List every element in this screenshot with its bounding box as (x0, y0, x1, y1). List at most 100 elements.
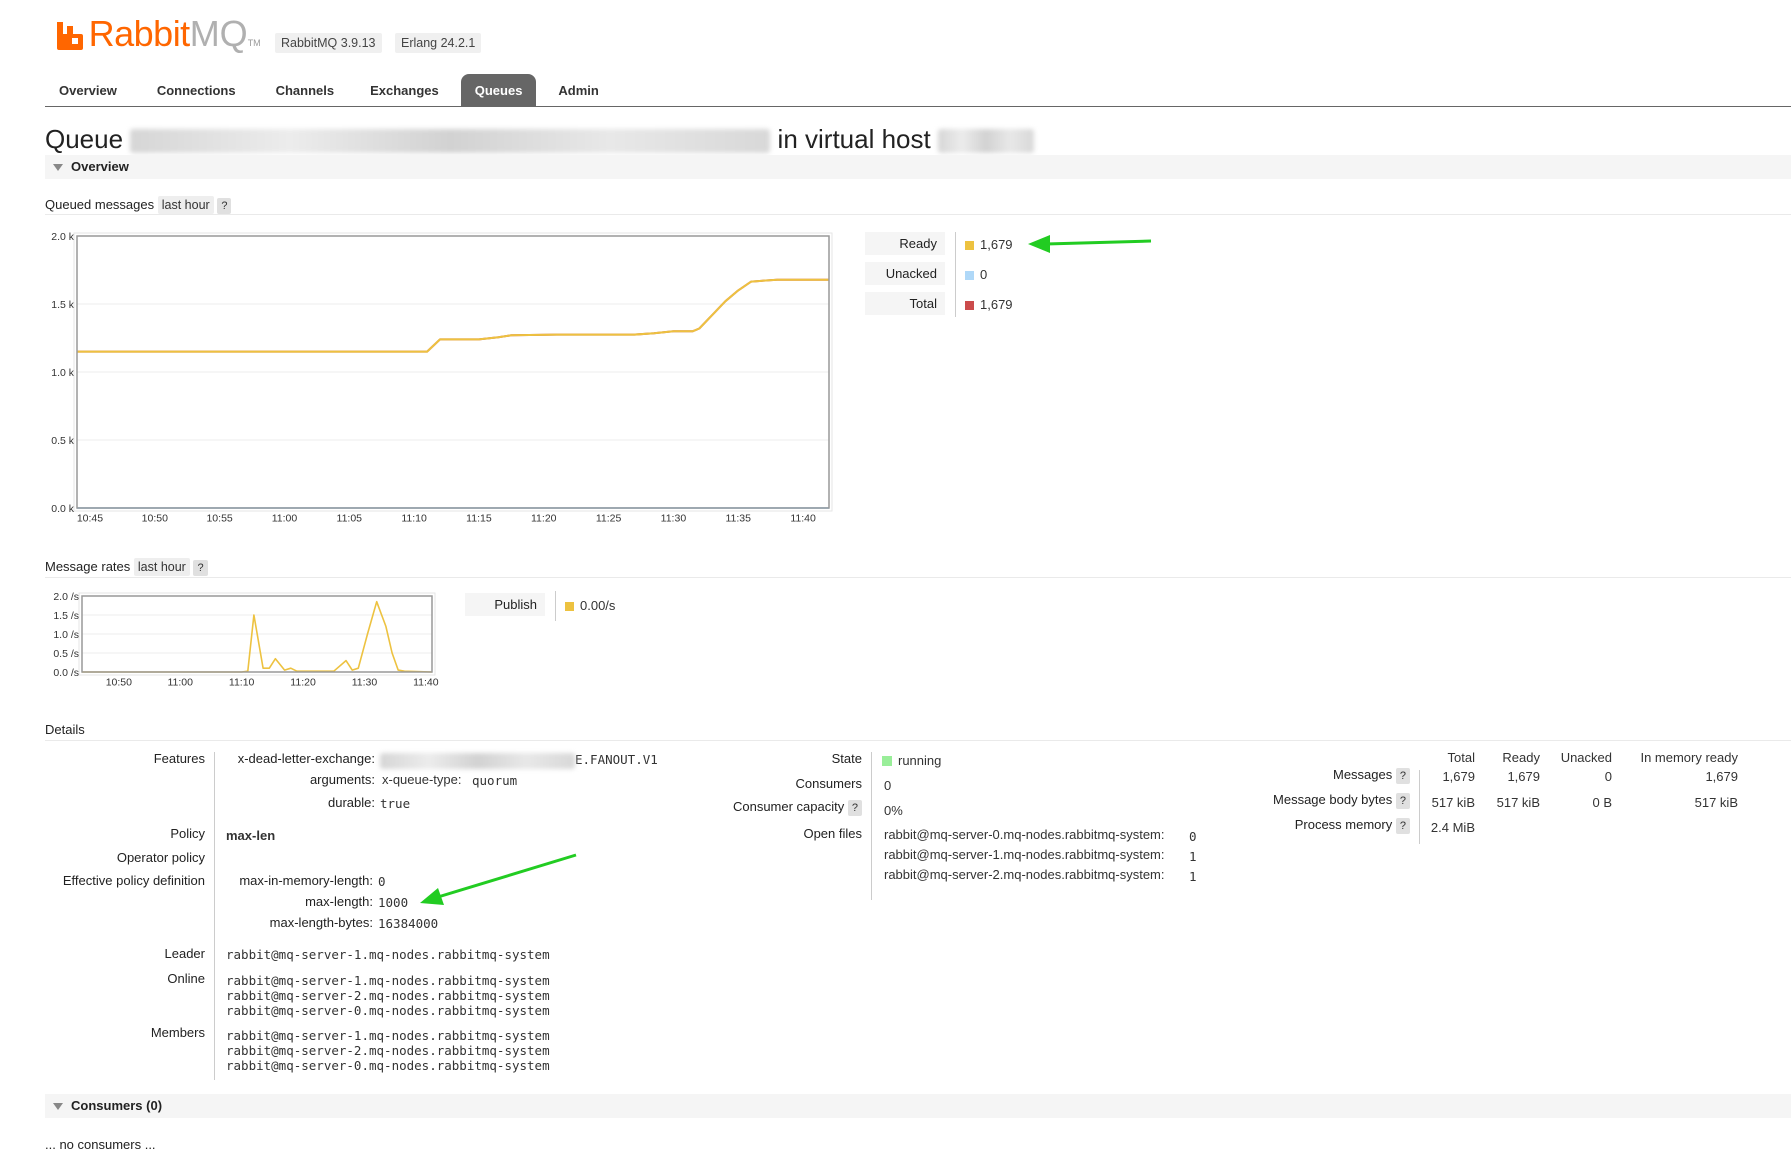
state-value: running (882, 753, 941, 768)
arrow-max-length-annotation (420, 853, 577, 905)
policy-value[interactable]: max-len (226, 828, 275, 843)
operator-policy-key: Operator policy (116, 850, 205, 865)
dle-value-redacted (380, 752, 575, 769)
queued-messages-help[interactable]: ? (217, 198, 232, 214)
x-tick-label: 11:30 (661, 513, 687, 525)
body-bytes-in-memory-ready: 517 kiB (1694, 795, 1738, 810)
legend-publish-number: 0.00/s (580, 598, 616, 613)
x-tick-label: 11:00 (167, 677, 193, 689)
page-title-mid: in virtual host (777, 124, 931, 154)
max-length-bytes-value: 16384000 (378, 916, 439, 931)
message-rates-chart: 0.0 /s 0.5 /s 1.0 /s 1.5 /s 2.0 /s 10:50 11:00… (53, 591, 439, 689)
tab-exchanges[interactable]: Exchanges (356, 74, 453, 106)
policy-key: Policy (170, 826, 205, 841)
x-tick-label: 10:50 (106, 677, 132, 689)
open-files-node-0: rabbit@mq-server-0.mq-nodes.rabbitmq-sys… (884, 827, 1165, 842)
x-tick-label: 11:40 (790, 513, 816, 525)
nav-divider (45, 106, 1791, 107)
x-tick-label: 11:20 (290, 677, 316, 689)
consumers-value: 0 (884, 778, 892, 793)
tab-admin[interactable]: Admin (544, 74, 612, 106)
legend-publish-label: Publish (465, 593, 545, 616)
process-memory-label: Process memory (1294, 817, 1393, 832)
consumer-capacity-key: Consumer capacity ? (660, 799, 862, 816)
y-tick-label: 0.0 /s (53, 667, 79, 679)
rates-legend: Publish 0.00/s (465, 591, 665, 621)
rates-legend-separator (555, 591, 556, 621)
x-tick-label: 11:30 (352, 677, 378, 689)
features-key: Features (153, 751, 205, 766)
logo-text-mq: MQ (189, 13, 248, 54)
queued-messages-header: Queued messages last hour ? (45, 196, 232, 214)
collapse-triangle-icon (53, 164, 63, 171)
open-files-node-2: rabbit@mq-server-2.mq-nodes.rabbitmq-sys… (884, 867, 1165, 882)
nav-tabs: Overview Connections Channels Exchanges … (45, 74, 613, 106)
legend-total-swatch (965, 301, 974, 310)
legend-ready-number: 1,679 (980, 237, 1013, 252)
x-tick-label: 11:10 (401, 513, 427, 525)
y-tick-label: 0.5 /s (53, 648, 79, 660)
logo[interactable]: RabbitMQTM (55, 16, 261, 56)
queued-messages-label: Queued messages (45, 197, 155, 212)
legend-unacked-label: Unacked (865, 262, 945, 285)
stats-row-messages-label: Messages ? (1200, 767, 1410, 784)
stats-col-in-memory-ready: In memory ready (1640, 750, 1738, 765)
queued-legend: Ready 1,679 Unacked 0 Total 1,679 (865, 232, 1085, 317)
x-tick-label: 11:20 (531, 513, 557, 525)
tab-overview[interactable]: Overview (45, 74, 131, 106)
max-in-memory-length-value: 0 (378, 874, 386, 889)
page-title-prefix: Queue (45, 124, 124, 154)
consumer-capacity-help[interactable]: ? (847, 800, 862, 816)
max-length-key: max-length: (305, 894, 373, 909)
rabbitmq-version-badge: RabbitMQ 3.9.13 (275, 33, 382, 53)
messages-in-memory-ready: 1,679 (1705, 769, 1738, 784)
arguments-key: arguments: (309, 772, 375, 787)
queued-messages-range[interactable]: last hour (157, 196, 214, 214)
legend-total-value: 1,679 (965, 297, 1013, 312)
message-rates-help[interactable]: ? (193, 560, 208, 576)
message-rates-header: Message rates last hour ? (45, 558, 208, 576)
logo-trademark: TM (247, 38, 261, 48)
x-tick-label: 11:40 (413, 677, 439, 689)
queue-name-redacted (130, 129, 771, 154)
online-node-2: rabbit@mq-server-0.mq-nodes.rabbitmq-sys… (226, 1003, 550, 1018)
queued-messages-chart: 0.0 k 0.5 k 1.0 k 1.5 k 2.0 k 10:45 10:50 10:55… (51, 231, 833, 525)
dle-value-suffix: E.FANOUT.V1 (575, 752, 658, 767)
process-memory-total: 2.4 MiB (1430, 820, 1475, 835)
tab-channels[interactable]: Channels (262, 74, 349, 106)
tab-queues[interactable]: Queues (460, 74, 537, 106)
body-bytes-label: Message body bytes (1273, 792, 1393, 807)
y-tick-label: 1.0 /s (53, 629, 79, 641)
legend-unacked-swatch (965, 271, 974, 280)
overview-section-title: Overview (71, 159, 129, 174)
tab-connections[interactable]: Connections (143, 74, 250, 106)
legend-ready-value: 1,679 (965, 237, 1013, 252)
x-tick-label: 10:45 (77, 513, 103, 525)
online-key: Online (167, 971, 205, 986)
message-rates-range[interactable]: last hour (133, 558, 190, 576)
collapse-triangle-icon (53, 1103, 63, 1110)
consumer-capacity-value: 0% (884, 803, 903, 818)
consumers-section-header[interactable]: Consumers (0) (45, 1094, 1791, 1118)
y-tick-label: 1.5 /s (53, 610, 79, 622)
overview-section-header[interactable]: Overview (45, 155, 1791, 179)
message-rates-label: Message rates (45, 559, 131, 574)
message-rates-rule (45, 577, 1791, 578)
queued-messages-rule (45, 214, 1791, 215)
open-files-count-2: 1 (1189, 869, 1197, 884)
x-tick-label: 11:00 (272, 513, 298, 525)
details-label: Details (45, 722, 85, 737)
x-tick-label: 11:05 (337, 513, 363, 525)
legend-total-label: Total (865, 292, 945, 315)
y-tick-label: 1.0 k (51, 367, 75, 379)
logo-text-rabbit: Rabbit (88, 13, 191, 54)
max-in-memory-length-key: max-in-memory-length: (239, 873, 373, 888)
page-title: Queue in virtual host (45, 124, 1034, 155)
state-key: State (831, 751, 862, 766)
leader-key: Leader (164, 946, 205, 961)
queued-legend-separator (955, 232, 956, 317)
y-tick-label: 0.0 k (51, 503, 75, 515)
durable-key: durable: (328, 795, 375, 810)
x-tick-label: 11:15 (466, 513, 492, 525)
erlang-version-badge: Erlang 24.2.1 (395, 33, 482, 53)
